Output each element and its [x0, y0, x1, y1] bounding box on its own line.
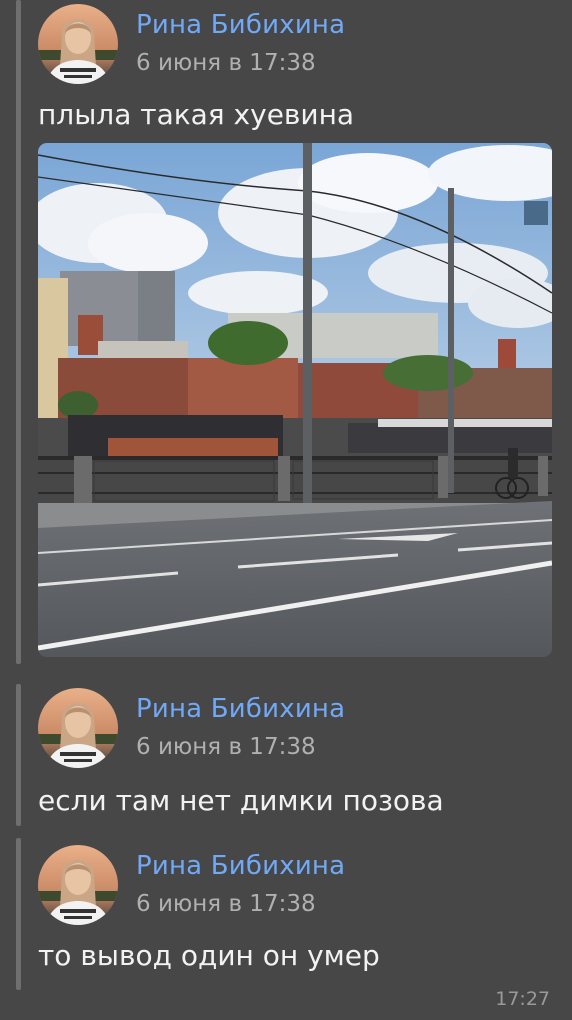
author-name[interactable]: Рина Бибихина [136, 851, 345, 881]
avatar-image [38, 4, 118, 84]
photo-image [38, 143, 552, 657]
avatar[interactable] [38, 845, 118, 925]
message-date: 6 июня в 17:38 [136, 891, 316, 917]
message-text: если там нет димки позова [38, 784, 444, 817]
quote-bar [16, 0, 21, 664]
avatar[interactable] [38, 4, 118, 84]
forwarded-messages-bubble: Рина Бибихина 6 июня в 17:38 плыла такая… [0, 0, 572, 1020]
author-name[interactable]: Рина Бибихина [136, 694, 345, 724]
forwarded-message: Рина Бибихина 6 июня в 17:38 то вывод од… [38, 845, 552, 985]
avatar-image [38, 845, 118, 925]
quote-bar [16, 838, 21, 990]
message-text: то вывод один он умер [38, 939, 380, 972]
message-date: 6 июня в 17:38 [136, 734, 316, 760]
attached-photo[interactable] [38, 143, 552, 657]
message-date: 6 июня в 17:38 [136, 50, 316, 76]
author-name[interactable]: Рина Бибихина [136, 10, 345, 40]
avatar-image [38, 688, 118, 768]
message-text: плыла такая хуевина [38, 98, 355, 131]
avatar[interactable] [38, 688, 118, 768]
bubble-timestamp: 17:27 [495, 988, 550, 1010]
forwarded-message: Рина Бибихина 6 июня в 17:38 если там не… [38, 688, 552, 828]
quote-bar [16, 684, 21, 826]
